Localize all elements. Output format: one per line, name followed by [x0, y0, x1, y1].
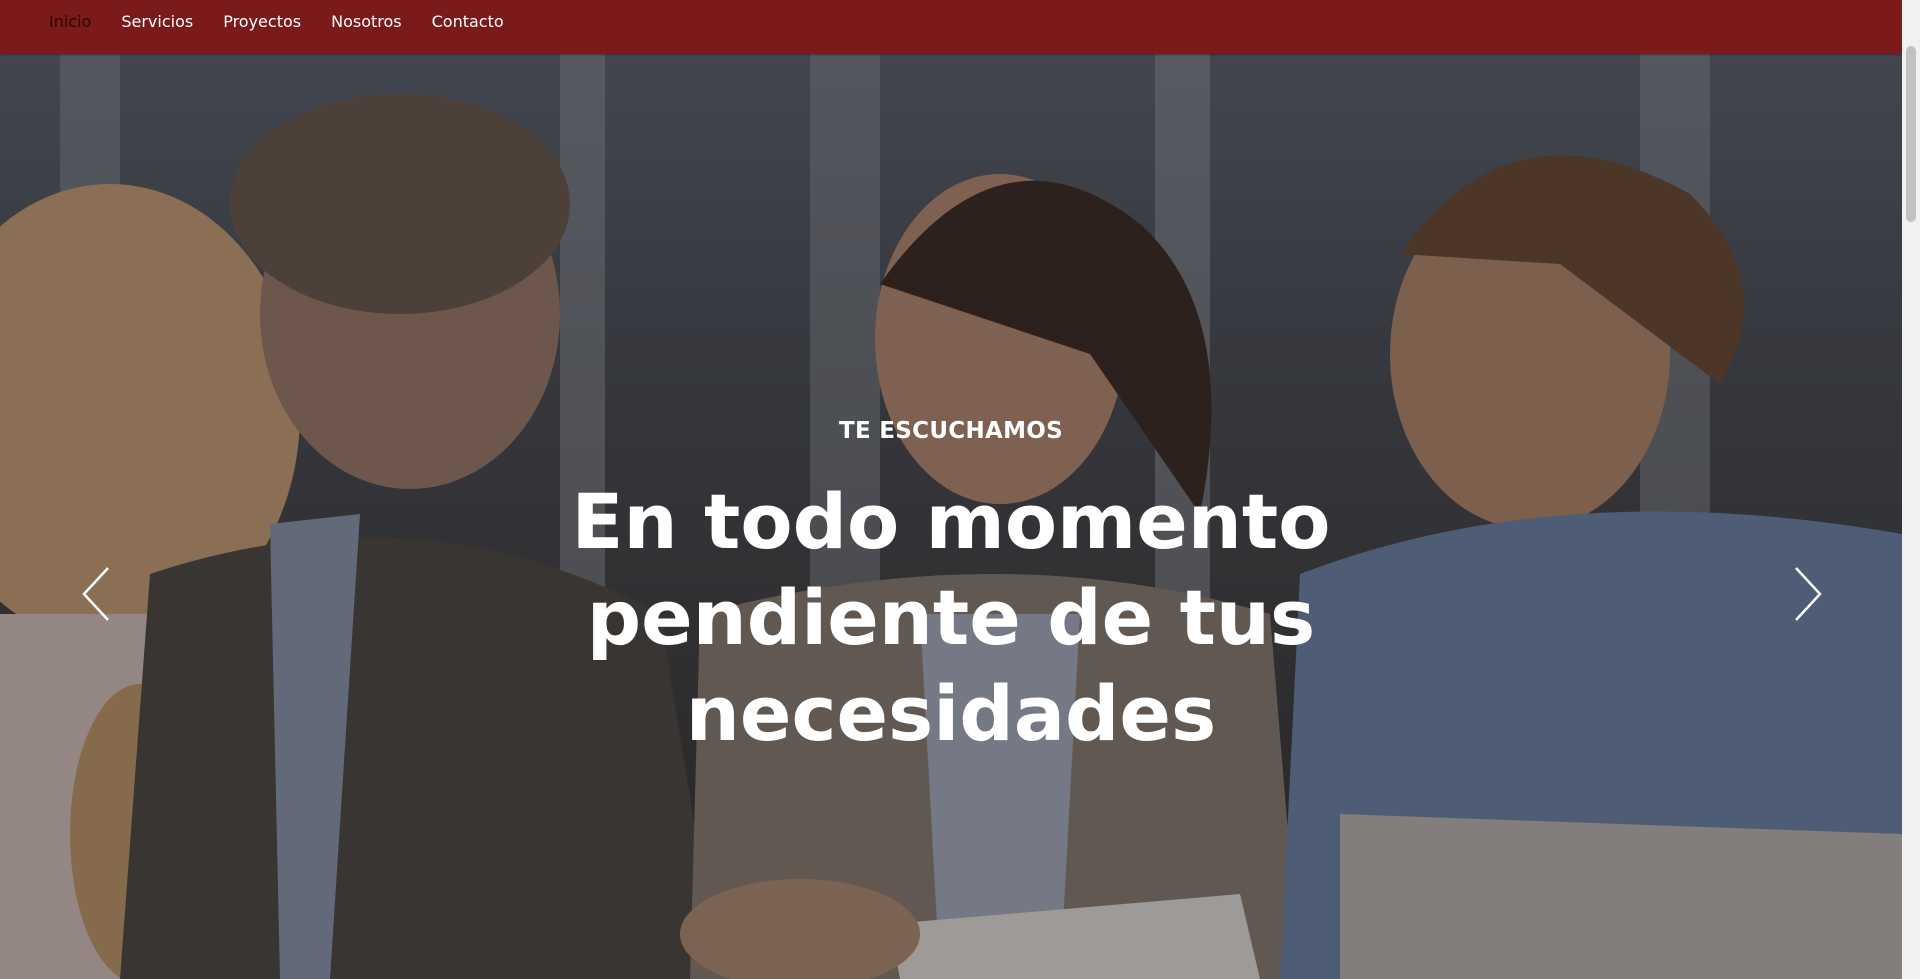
nav-menu: Inicio Servicios Proyectos Nosotros Cont…: [49, 11, 534, 33]
hero-carousel: TE ESCUCHAMOS En todo momento pendiente …: [0, 54, 1902, 979]
carousel-next-button[interactable]: [1788, 564, 1828, 624]
scrollbar-thumb[interactable]: [1906, 46, 1916, 222]
nav-item-servicios[interactable]: Servicios: [121, 11, 193, 33]
nav-item-inicio[interactable]: Inicio: [49, 11, 91, 33]
nav-item-proyectos[interactable]: Proyectos: [223, 11, 301, 33]
hero-heading: En todo momento pendiente de tus necesid…: [571, 477, 1331, 758]
chevron-right-icon: [1795, 567, 1822, 621]
top-navbar: Inicio Servicios Proyectos Nosotros Cont…: [0, 0, 1902, 54]
hero-subheading: TE ESCUCHAMOS: [838, 418, 1064, 444]
carousel-prev-button[interactable]: [76, 564, 116, 624]
nav-item-contacto[interactable]: Contacto: [432, 11, 504, 33]
nav-item-nosotros[interactable]: Nosotros: [331, 11, 402, 33]
page-scrollbar[interactable]: [1902, 0, 1920, 979]
chevron-left-icon: [82, 567, 109, 621]
